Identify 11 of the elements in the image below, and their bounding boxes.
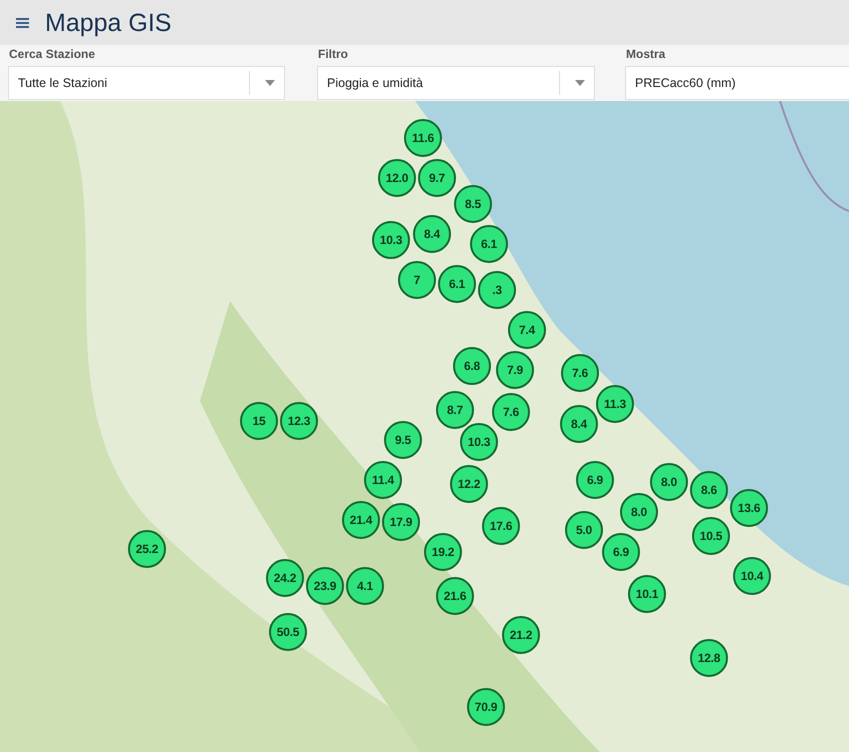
menu-icon[interactable] <box>16 18 29 28</box>
caret-icon <box>575 80 585 86</box>
select-field[interactable]: Tutte le Stazioni <box>8 66 285 100</box>
caret-icon <box>265 80 275 86</box>
page-title: Mappa GIS <box>45 8 172 38</box>
select-field[interactable]: Pioggia e umidità <box>317 66 595 100</box>
map-drawing[interactable] <box>0 101 849 752</box>
field-label: Cerca Stazione <box>9 46 96 63</box>
field-label: Mostra <box>626 46 666 63</box>
field-label: Filtro <box>318 46 349 63</box>
input-field[interactable]: PRECacc60 (mm) <box>625 66 849 100</box>
